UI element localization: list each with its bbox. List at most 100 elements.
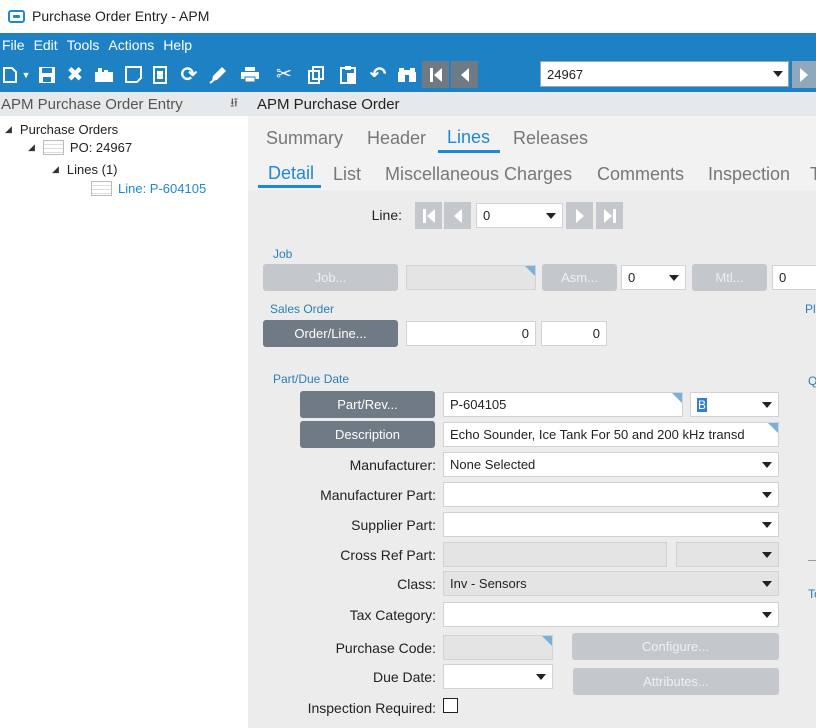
- sales-order-section-label: Sales Order: [270, 302, 335, 316]
- purchase-code-label: Purchase Code:: [335, 640, 436, 656]
- revision-value: B: [697, 398, 708, 412]
- chevron-down-icon[interactable]: [756, 572, 778, 595]
- tab-header[interactable]: Header: [367, 128, 426, 149]
- chevron-down-icon[interactable]: [756, 543, 778, 566]
- menu-edit[interactable]: Edit: [34, 37, 58, 53]
- side-label-3: To: [808, 587, 816, 601]
- order-number-field[interactable]: 0: [406, 321, 536, 346]
- class-label: Class:: [397, 576, 436, 592]
- print-icon[interactable]: [232, 57, 268, 92]
- window-title: Purchase Order Entry - APM: [32, 8, 210, 24]
- refresh-icon[interactable]: ⟳: [174, 57, 204, 92]
- menu-actions[interactable]: Actions: [108, 37, 154, 53]
- class-combo[interactable]: Inv - Sensors: [443, 571, 779, 596]
- cross-ref-part-combo[interactable]: [676, 542, 779, 567]
- line-first-button[interactable]: [415, 202, 442, 229]
- delete-icon[interactable]: ✖: [62, 57, 88, 92]
- line-number-combo[interactable]: 0: [476, 203, 563, 228]
- subtab-inspection[interactable]: Inspection: [708, 164, 790, 185]
- chevron-down-icon[interactable]: [756, 483, 778, 506]
- chevron-down-icon[interactable]: [530, 665, 552, 688]
- description-field[interactable]: Echo Sounder, Ice Tank For 50 and 200 kH…: [443, 422, 779, 447]
- menu-help[interactable]: Help: [163, 37, 192, 53]
- expand-icon[interactable]: ◢: [52, 164, 59, 175]
- search-icon[interactable]: [392, 57, 422, 92]
- tree-node-lines[interactable]: ◢ Lines (1): [52, 162, 118, 177]
- new-icon[interactable]: [0, 57, 20, 92]
- document-icon: [42, 140, 64, 155]
- manufacturer-part-combo[interactable]: [443, 482, 779, 507]
- expand-icon[interactable]: ◢: [28, 142, 35, 153]
- chevron-down-icon[interactable]: [756, 393, 778, 416]
- tab-summary[interactable]: Summary: [266, 128, 343, 149]
- tax-category-combo[interactable]: [443, 602, 779, 627]
- chevron-down-icon[interactable]: [756, 603, 778, 626]
- part-number-field[interactable]: P-604105: [443, 392, 683, 417]
- pin-icon[interactable]: ⭿: [230, 94, 238, 115]
- part-rev-button[interactable]: Part/Rev...: [300, 391, 435, 418]
- menu-file[interactable]: File: [2, 37, 25, 53]
- po-number-combo[interactable]: 24967: [540, 61, 789, 87]
- paste-icon[interactable]: [332, 57, 364, 92]
- manufacturer-part-label: Manufacturer Part:: [320, 487, 436, 503]
- attributes-button[interactable]: Attributes...: [573, 668, 779, 695]
- line-previous-button[interactable]: [444, 202, 471, 229]
- tax-category-label: Tax Category:: [349, 607, 436, 623]
- title-bar: Purchase Order Entry - APM: [0, 0, 816, 32]
- job-field[interactable]: [406, 265, 536, 290]
- manufacturer-combo[interactable]: None Selected: [443, 452, 779, 477]
- cross-ref-part-field[interactable]: [443, 542, 667, 567]
- chevron-down-icon[interactable]: [768, 71, 788, 77]
- report-icon[interactable]: [146, 57, 174, 92]
- configure-button[interactable]: Configure...: [572, 633, 779, 660]
- subtab-detail[interactable]: Detail: [268, 163, 314, 184]
- chevron-down-icon[interactable]: [756, 513, 778, 536]
- chevron-down-icon[interactable]: [663, 266, 685, 289]
- inspection-required-checkbox[interactable]: [443, 698, 458, 713]
- asm-button[interactable]: Asm...: [542, 264, 617, 291]
- line-label: Line:: [371, 207, 402, 223]
- attachments-icon[interactable]: [88, 57, 120, 92]
- order-line-button[interactable]: Order/Line...: [263, 320, 398, 347]
- subtab-list[interactable]: List: [333, 164, 361, 185]
- tree-node-line[interactable]: Line: P-604105: [91, 181, 206, 196]
- supplier-part-combo[interactable]: [443, 512, 779, 537]
- memo-icon[interactable]: [120, 57, 146, 92]
- purchase-code-field[interactable]: [443, 635, 553, 660]
- order-line-field[interactable]: 0: [541, 321, 607, 346]
- tree-panel-header: APM Purchase Order Entry ⭿: [0, 92, 248, 116]
- tree-panel-title: APM Purchase Order Entry: [1, 95, 183, 113]
- cut-icon[interactable]: ✂: [268, 57, 300, 92]
- clear-icon[interactable]: [204, 57, 232, 92]
- line-last-button[interactable]: [596, 202, 623, 229]
- due-date-picker[interactable]: [443, 664, 553, 689]
- line-next-button[interactable]: [566, 202, 593, 229]
- chevron-down-icon[interactable]: [540, 204, 562, 227]
- chevron-down-icon[interactable]: [756, 453, 778, 476]
- po-number-value: 24967: [547, 66, 584, 82]
- asm-combo[interactable]: 0: [621, 265, 686, 290]
- tab-lines[interactable]: Lines: [447, 127, 490, 148]
- subtab-more[interactable]: T: [810, 164, 816, 185]
- mtl-field[interactable]: 0: [772, 265, 816, 290]
- copy-icon[interactable]: [300, 57, 332, 92]
- mtl-button[interactable]: Mtl...: [692, 264, 767, 291]
- subtab-comments[interactable]: Comments: [597, 164, 684, 185]
- undo-icon[interactable]: ↶: [364, 57, 392, 92]
- save-icon[interactable]: [32, 57, 62, 92]
- new-dropdown-icon[interactable]: ▼: [20, 57, 32, 92]
- tab-releases[interactable]: Releases: [513, 128, 588, 149]
- description-button[interactable]: Description: [300, 421, 435, 448]
- expand-icon[interactable]: ◢: [5, 124, 12, 135]
- tree-panel: ◢ Purchase Orders ◢ PO: 24967 ◢ Lines (1…: [0, 116, 248, 728]
- menu-tools[interactable]: Tools: [67, 37, 100, 53]
- revision-combo[interactable]: B: [690, 392, 779, 417]
- side-label-1: Pl: [805, 302, 816, 316]
- tree-node-po[interactable]: ◢ PO: 24967: [28, 140, 132, 155]
- next-record-button[interactable]: [792, 61, 816, 88]
- subtab-misc-charges[interactable]: Miscellaneous Charges: [385, 164, 572, 185]
- previous-record-button[interactable]: [451, 61, 478, 88]
- job-button[interactable]: Job...: [263, 264, 398, 291]
- first-record-button[interactable]: [422, 61, 449, 88]
- tree-node-purchase-orders[interactable]: ◢ Purchase Orders: [5, 122, 118, 137]
